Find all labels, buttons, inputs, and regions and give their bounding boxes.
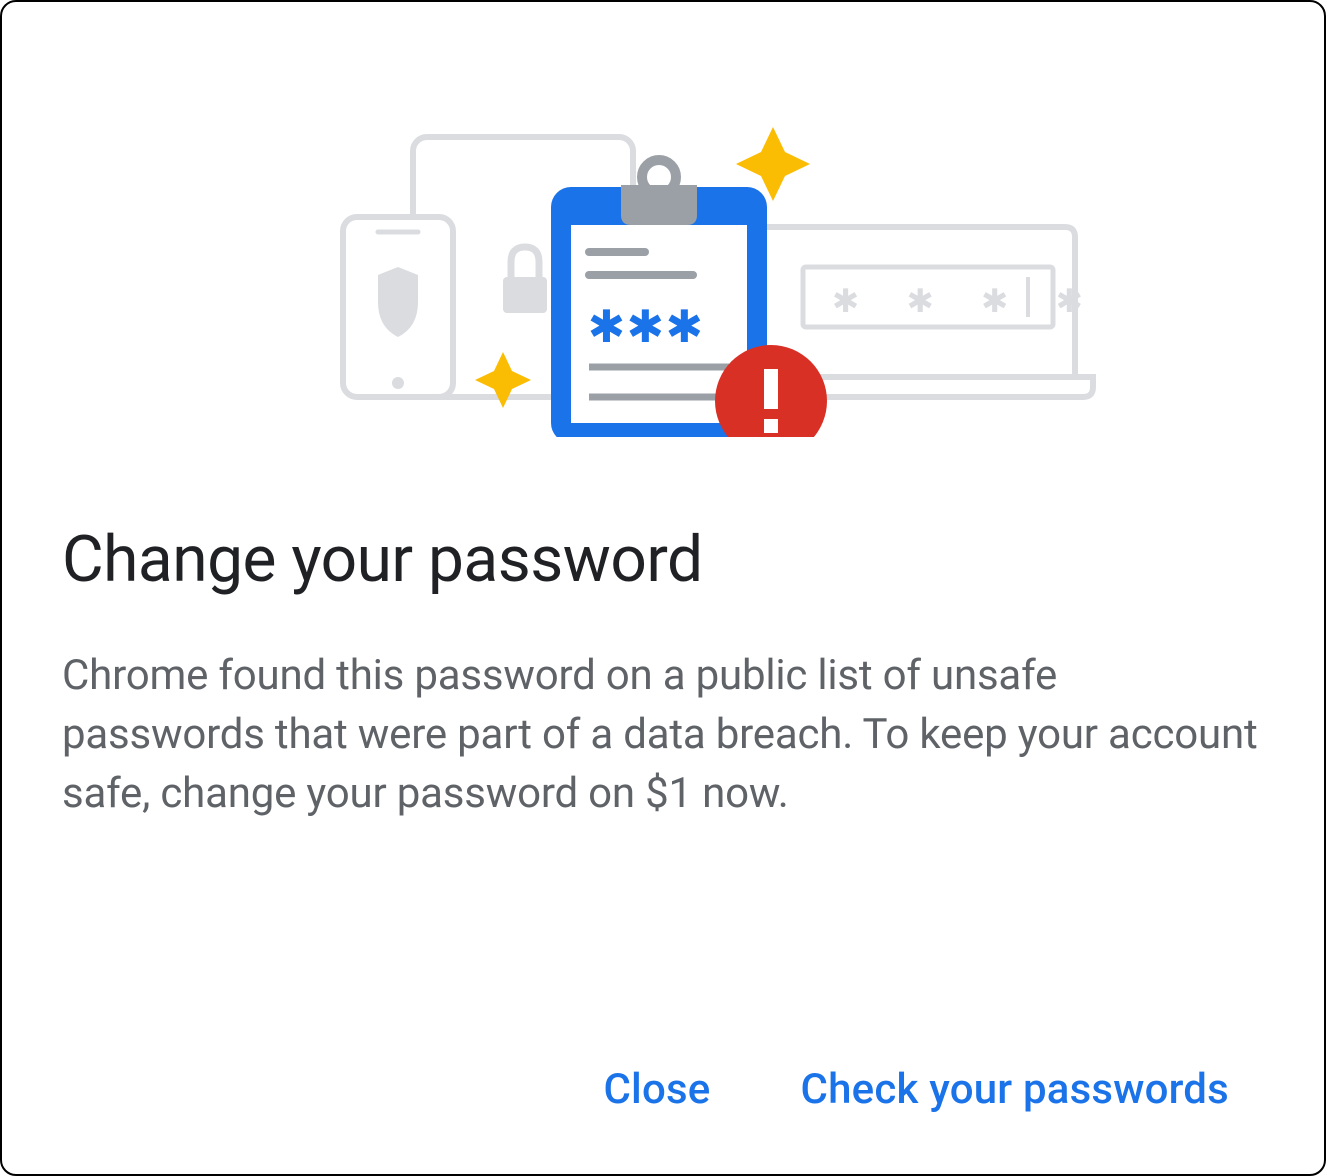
svg-text:✱ ✱ ✱ ✱: ✱ ✱ ✱ ✱ bbox=[833, 273, 1094, 322]
password-breach-dialog: ✱ ✱ ✱ ✱ bbox=[2, 2, 1324, 1174]
illustration-container: ✱ ✱ ✱ ✱ bbox=[62, 62, 1264, 462]
password-breach-illustration: ✱ ✱ ✱ ✱ bbox=[213, 87, 1113, 437]
phone-icon bbox=[343, 217, 453, 397]
dialog-actions: Close Check your passwords bbox=[62, 1055, 1264, 1124]
svg-text:✱✱✱: ✱✱✱ bbox=[589, 288, 706, 356]
dialog-title: Change your password bbox=[62, 522, 1264, 597]
password-field-icon: ✱ ✱ ✱ ✱ bbox=[803, 267, 1094, 327]
close-button[interactable]: Close bbox=[603, 1055, 710, 1124]
check-passwords-button[interactable]: Check your passwords bbox=[801, 1055, 1229, 1124]
dialog-body: Chrome found this password on a public l… bbox=[62, 647, 1264, 823]
